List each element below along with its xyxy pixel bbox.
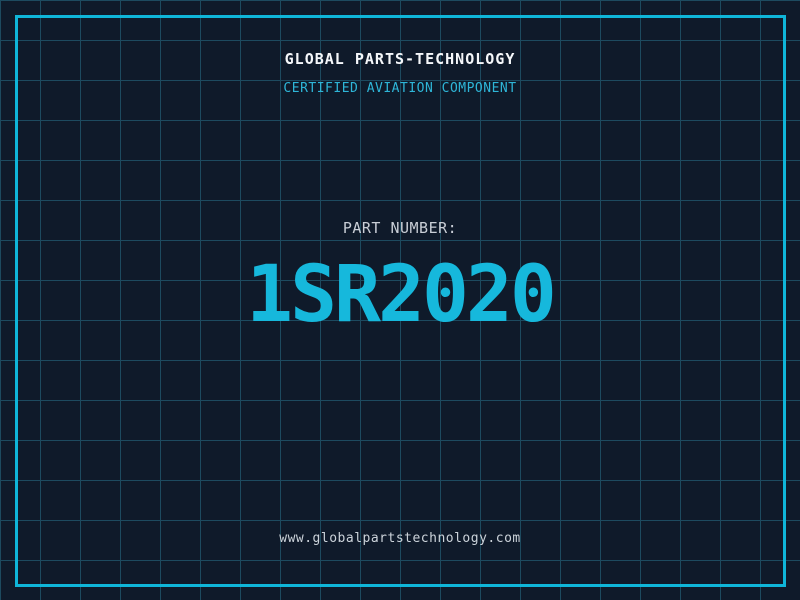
- brand-subtitle: CERTIFIED AVIATION COMPONENT: [283, 81, 517, 96]
- website-url: www.globalpartstechnology.com: [279, 531, 521, 546]
- part-number-label: PART NUMBER:: [342, 219, 458, 237]
- brand-title: GLOBAL PARTS-TECHNOLOGY: [284, 50, 516, 68]
- part-number-value: 1SR2020: [246, 250, 557, 340]
- part-display-screen: GLOBAL PARTS-TECHNOLOGY CERTIFIED AVIATI…: [0, 0, 800, 600]
